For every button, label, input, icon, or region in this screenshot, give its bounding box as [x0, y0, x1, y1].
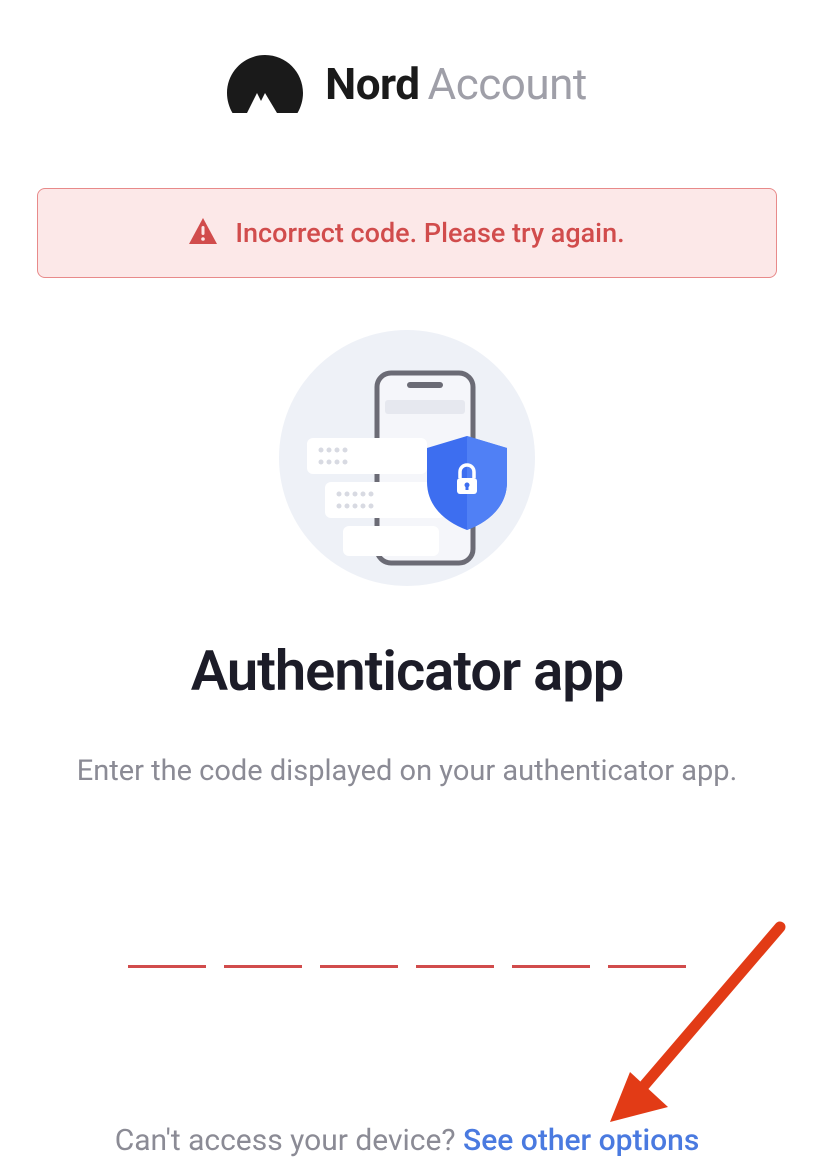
brand-name-bold: Nord [325, 58, 419, 110]
error-message: Incorrect code. Please try again. [235, 217, 624, 249]
code-digit-5[interactable] [512, 908, 590, 968]
logo-text: NordAccount [325, 58, 587, 110]
footer-prompt: Can't access your device? [115, 1123, 463, 1158]
code-digit-6[interactable] [608, 908, 686, 968]
nord-logo-icon [227, 55, 303, 113]
code-digit-3[interactable] [320, 908, 398, 968]
footer: Can't access your device? See other opti… [0, 1123, 814, 1158]
code-input-group [0, 908, 814, 968]
brand-name-light: Account [428, 58, 587, 110]
page-subtitle: Enter the code displayed on your authent… [0, 754, 814, 788]
code-digit-4[interactable] [416, 908, 494, 968]
see-other-options-link[interactable]: See other options [463, 1123, 699, 1158]
authenticator-illustration [0, 328, 814, 588]
code-digit-1[interactable] [128, 908, 206, 968]
error-alert: Incorrect code. Please try again. [37, 188, 777, 278]
page-title: Authenticator app [0, 638, 814, 704]
page-header: NordAccount [0, 0, 814, 113]
code-digit-2[interactable] [224, 908, 302, 968]
warning-triangle-icon [189, 218, 217, 248]
